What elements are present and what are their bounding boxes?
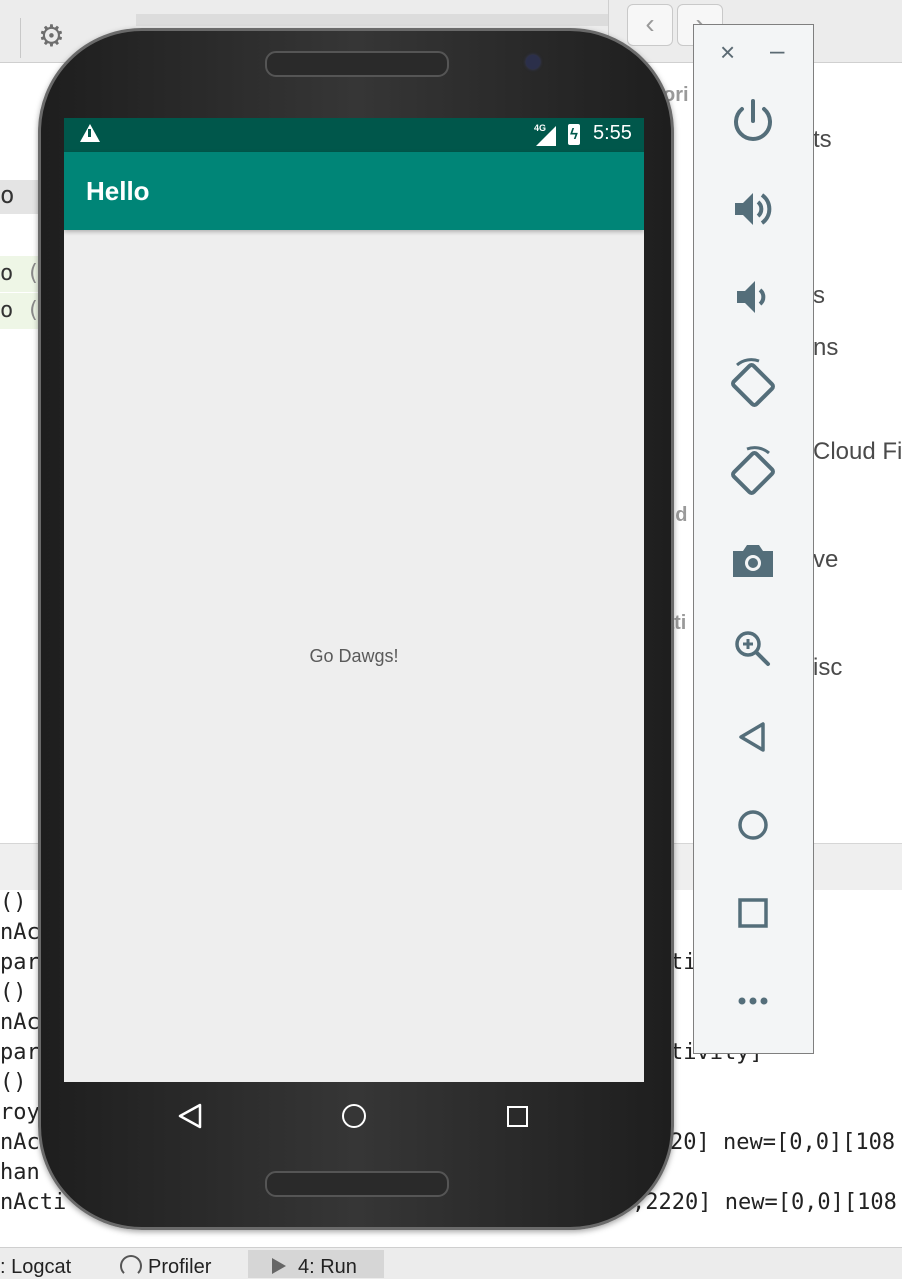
log-line: nAc (0, 920, 40, 945)
app-title: Hello (86, 176, 150, 206)
emulator-toolbar: × – (693, 24, 814, 1054)
run-config-prefix: o (0, 298, 14, 323)
top-speaker (265, 51, 449, 77)
rotate-right-icon[interactable] (723, 443, 783, 503)
rotate-left-icon[interactable] (723, 355, 783, 415)
log-line: nActi (0, 1190, 67, 1215)
status-bar: 4G ϟ 5:55 (64, 118, 644, 152)
sidebar-item[interactable]: ts (813, 126, 832, 154)
screenshot-icon[interactable] (723, 531, 783, 591)
network-type: 4G (534, 123, 547, 133)
warning-icon-mark (88, 129, 91, 137)
front-camera (526, 55, 540, 69)
content-text: Go Dawgs! (309, 646, 399, 666)
tab-label: Profiler (148, 1256, 212, 1278)
more-icon[interactable] (723, 971, 783, 1031)
sidebar-item[interactable]: isc (813, 654, 842, 682)
highlighted-row-text: o (0, 181, 15, 209)
volume-down-icon[interactable] (723, 267, 783, 327)
nav-home-icon[interactable] (342, 1104, 366, 1128)
log-line: roy (0, 1100, 40, 1125)
tab-run[interactable]: 4: Run (248, 1250, 384, 1278)
tab-label: : Logcat (0, 1256, 72, 1278)
gear-icon[interactable]: ⚙ (38, 22, 65, 52)
nav-overview-icon[interactable] (507, 1106, 528, 1127)
back-icon[interactable] (723, 707, 783, 767)
run-config-prefix: o (0, 261, 14, 286)
toolbar-divider (20, 18, 21, 58)
log-line: par (0, 950, 40, 975)
log-line-tail: 20] new=[0,0][108 (670, 1130, 896, 1155)
play-icon (272, 1258, 286, 1274)
status-time: 5:55 (593, 122, 632, 144)
nav-back-icon[interactable] (176, 1102, 204, 1130)
back-nav-button[interactable]: ‹ (627, 4, 673, 46)
home-icon[interactable] (723, 795, 783, 855)
overview-icon[interactable] (723, 883, 783, 943)
log-line: () (0, 890, 27, 915)
close-icon[interactable]: × (720, 39, 735, 65)
volume-up-icon[interactable] (723, 179, 783, 239)
power-icon[interactable] (723, 91, 783, 151)
tab-profiler[interactable]: Profiler (114, 1250, 240, 1278)
bottom-speaker (265, 1171, 449, 1197)
log-line: () (0, 1070, 27, 1095)
tab-label: 4: Run (298, 1256, 357, 1278)
sidebar-item[interactable]: Cloud Fil (813, 438, 902, 466)
sidebar-item[interactable]: ve (813, 546, 838, 574)
gauge-icon (120, 1255, 142, 1277)
sidebar-item[interactable]: s (813, 282, 825, 310)
minimize-icon[interactable]: – (770, 37, 784, 63)
sidebar-item[interactable]: ns (813, 334, 838, 362)
charging-icon: ϟ (570, 126, 578, 143)
device-screen: 4G ϟ 5:55 Hello Go Dawgs! (64, 118, 644, 1082)
log-line: han (0, 1160, 40, 1185)
app-bar: Hello (64, 152, 644, 230)
zoom-icon[interactable] (723, 619, 783, 679)
log-line: par (0, 1040, 40, 1065)
log-line: nAc (0, 1130, 40, 1155)
log-line-tail: ,2220] new=[0,0][108 (632, 1190, 897, 1215)
log-line: nAc (0, 1010, 40, 1035)
editor-tab-strip (136, 14, 610, 26)
tab-logcat[interactable]: : Logcat (0, 1250, 98, 1278)
log-line: () (0, 980, 27, 1005)
